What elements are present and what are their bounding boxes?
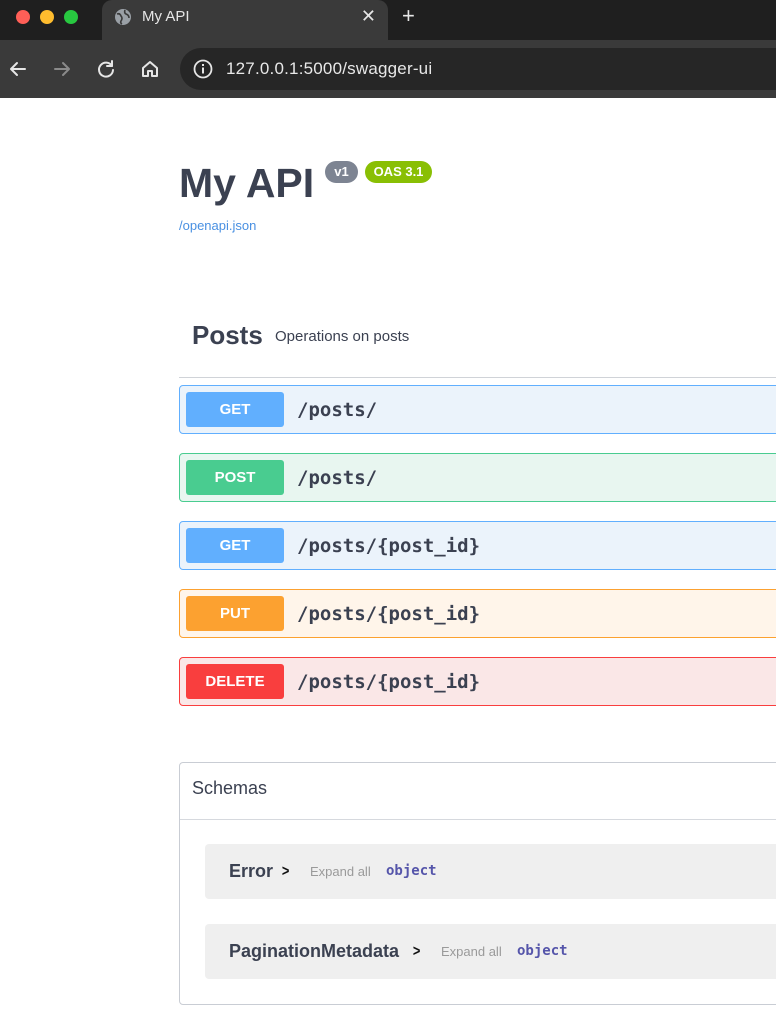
oas-version-badge: OAS 3.1 [365,161,432,183]
method-badge: DELETE [186,664,284,699]
tag-name: Posts [192,320,263,350]
url-text[interactable]: 127.0.0.1:5000/swagger-ui [226,59,432,79]
api-title: My API [179,160,315,206]
operation-put-post-by-id[interactable]: PUT /posts/{post_id} [179,589,776,638]
model-name: Error [229,861,274,881]
schemas-section: Schemas Error > Expand all object Pagina… [179,762,776,1005]
operation-path: /posts/ [297,467,378,489]
new-tab-button[interactable]: + [402,5,415,27]
browser-tab-bar: My API ✕ + [0,0,776,40]
operation-path: /posts/ [297,399,378,421]
operation-get-post-by-id[interactable]: GET /posts/{post_id} [179,521,776,570]
chevron-right-icon[interactable]: > [413,942,420,962]
window-close-button[interactable] [16,10,30,24]
forward-arrow-icon[interactable] [50,57,74,81]
tab-close-icon[interactable]: ✕ [361,7,376,25]
expand-all-link[interactable]: Expand all [441,944,502,960]
globe-icon [115,9,131,25]
model-pagination-metadata[interactable]: PaginationMetadata > Expand all object [205,924,776,979]
browser-tab[interactable]: My API ✕ [102,0,388,40]
model-name: PaginationMetadata [229,941,400,961]
method-badge: PUT [186,596,284,631]
operation-path: /posts/{post_id} [297,671,481,693]
operation-get-posts[interactable]: GET /posts/ [179,385,776,434]
back-arrow-icon[interactable] [6,57,30,81]
site-info-icon[interactable] [192,58,214,80]
operation-path: /posts/{post_id} [297,535,481,557]
reload-icon[interactable] [94,57,118,81]
home-icon[interactable] [138,57,162,81]
operation-post-posts[interactable]: POST /posts/ [179,453,776,502]
openapi-spec-link[interactable]: /openapi.json [179,218,256,233]
method-badge: GET [186,528,284,563]
chevron-right-icon[interactable]: > [282,862,289,882]
model-error[interactable]: Error > Expand all object [205,844,776,899]
tag-section-header[interactable]: Posts Operations on posts [179,310,776,378]
operation-path: /posts/{post_id} [297,603,481,625]
version-badge: v1 [325,161,358,183]
tab-title: My API [142,8,190,25]
model-type: object [386,863,437,879]
address-bar[interactable]: 127.0.0.1:5000/swagger-ui [180,48,776,90]
method-badge: POST [186,460,284,495]
window-zoom-button[interactable] [64,10,78,24]
expand-all-link[interactable]: Expand all [310,864,371,880]
tag-description: Operations on posts [275,328,410,345]
operation-delete-post-by-id[interactable]: DELETE /posts/{post_id} [179,657,776,706]
model-type: object [517,943,568,959]
window-minimize-button[interactable] [40,10,54,24]
method-badge: GET [186,392,284,427]
schemas-title: Schemas [192,778,268,798]
schemas-header[interactable]: Schemas [180,763,776,820]
